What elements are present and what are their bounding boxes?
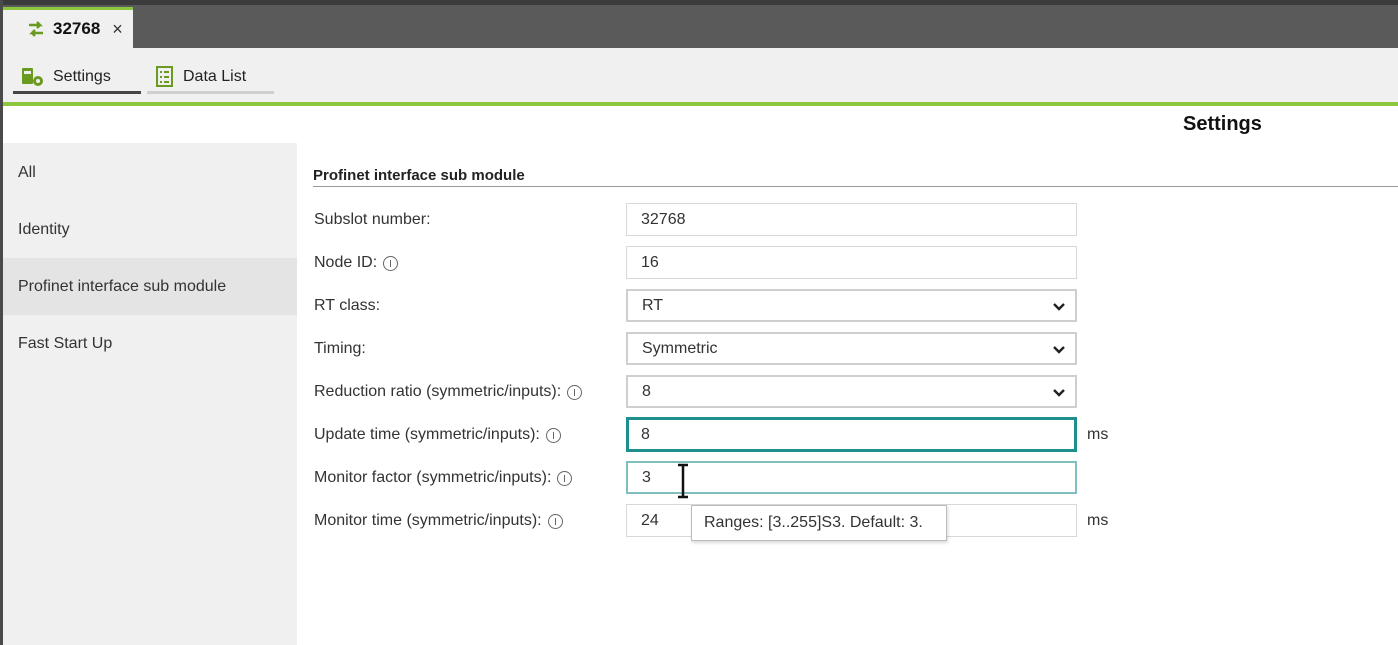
monitor-factor-input[interactable]: 3 (626, 461, 1077, 494)
rt-class-label-text: RT class: (314, 297, 381, 314)
reduction-ratio-select[interactable]: 8 (626, 375, 1077, 408)
monitor-time-value: 24 (641, 511, 659, 529)
chevron-down-icon (1053, 389, 1065, 397)
nav-item-fast-start-up[interactable]: Fast Start Up (3, 315, 297, 372)
page-title: Settings (1183, 113, 1262, 135)
nav-item-identity[interactable]: Identity (3, 201, 297, 258)
reduction-ratio-label-text: Reduction ratio (symmetric/inputs): (314, 383, 562, 400)
timing-value: Symmetric (642, 339, 718, 357)
rt-class-label: RT class: (314, 296, 380, 316)
info-icon[interactable] (557, 470, 573, 486)
info-icon[interactable] (383, 255, 399, 271)
reduction-ratio-value: 8 (642, 382, 651, 400)
tab-data-list-label: Data List (183, 67, 247, 85)
chevron-down-icon (1053, 303, 1065, 311)
node-id-label: Node ID: (314, 253, 399, 273)
info-icon[interactable] (545, 427, 561, 443)
rt-class-value: RT (642, 296, 664, 314)
monitor-factor-label: Monitor factor (symmetric/inputs): (314, 468, 573, 488)
subslot-number-label: Subslot number: (314, 210, 431, 230)
section-title: Profinet interface sub module (313, 167, 525, 184)
subslot-number-field[interactable]: 32768 (626, 203, 1077, 236)
update-time-input[interactable]: 8 (626, 417, 1077, 452)
subslot-number-label-text: Subslot number: (314, 211, 431, 228)
nav-item-profinet-interface-sub-module[interactable]: Profinet interface sub module (3, 258, 297, 315)
settings-nav: All Identity Profinet interface sub modu… (3, 143, 297, 645)
list-icon (156, 65, 173, 87)
range-tooltip: Ranges: [3..255]S3. Default: 3. (691, 505, 947, 541)
monitor-factor-label-text: Monitor factor (symmetric/inputs): (314, 469, 552, 486)
monitor-time-label-text: Monitor time (symmetric/inputs): (314, 512, 542, 529)
node-id-value: 16 (641, 253, 659, 271)
info-icon[interactable] (567, 384, 583, 400)
tab-settings-label: Settings (53, 67, 111, 85)
info-icon[interactable] (547, 513, 563, 529)
document-tab-title: 32768 (53, 19, 101, 38)
timing-label: Timing: (314, 339, 366, 359)
document-tab[interactable]: 32768 × (3, 7, 133, 48)
rt-class-select[interactable]: RT (626, 289, 1077, 322)
timing-select[interactable]: Symmetric (626, 332, 1077, 365)
tab-data-list[interactable]: Data List (147, 62, 274, 94)
update-time-unit: ms (1087, 426, 1109, 443)
section-divider (313, 186, 1398, 187)
close-icon[interactable]: × (112, 19, 123, 40)
document-tab-bar (3, 5, 1398, 48)
accent-divider (3, 102, 1398, 106)
monitor-time-unit: ms (1087, 512, 1109, 529)
update-time-value: 8 (641, 425, 650, 443)
settings-gear-icon (22, 67, 43, 86)
monitor-time-label: Monitor time (symmetric/inputs): (314, 511, 563, 531)
update-time-label: Update time (symmetric/inputs): (314, 425, 561, 445)
timing-label-text: Timing: (314, 340, 366, 357)
view-tab-bar: Settings Data List (3, 48, 1398, 102)
subslot-number-value: 32768 (641, 210, 686, 228)
text-cursor-icon (678, 463, 688, 499)
monitor-factor-value: 3 (642, 468, 651, 486)
tab-settings[interactable]: Settings (13, 62, 141, 94)
update-time-label-text: Update time (symmetric/inputs): (314, 426, 540, 443)
node-id-field[interactable]: 16 (626, 246, 1077, 279)
chevron-down-icon (1053, 346, 1065, 354)
reduction-ratio-label: Reduction ratio (symmetric/inputs): (314, 382, 583, 402)
nav-item-all[interactable]: All (3, 144, 297, 201)
node-id-label-text: Node ID: (314, 254, 378, 271)
swap-arrows-icon (29, 21, 43, 37)
